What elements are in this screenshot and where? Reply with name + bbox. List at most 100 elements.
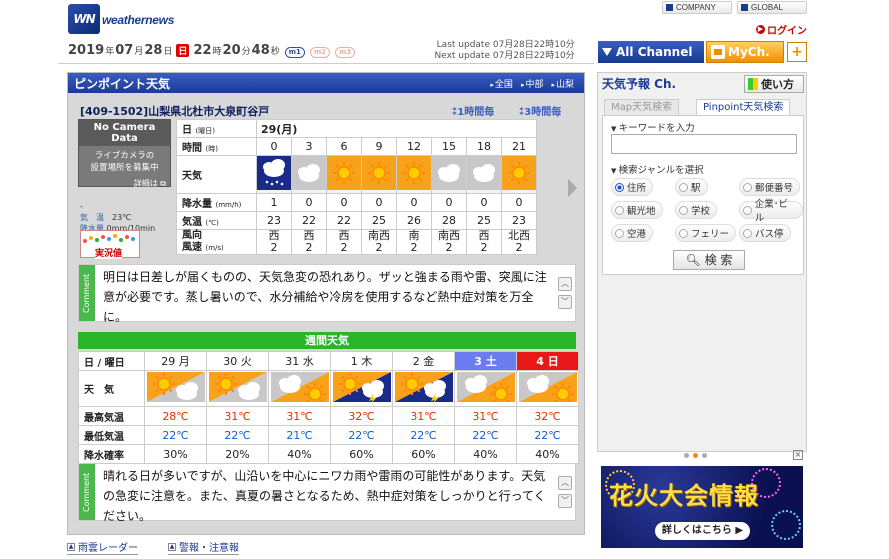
banner-title: 花火大会情報 (609, 482, 759, 510)
radio-icon (679, 182, 688, 192)
beginner-leaf-icon (748, 78, 758, 90)
sunny-icon (327, 156, 361, 190)
scroll-down-icon[interactable]: ﹀ (558, 295, 572, 309)
cloudy-sunny-icon (518, 372, 577, 405)
sunny-icon (397, 156, 431, 190)
weekday-cell: 30 火 (206, 351, 269, 371)
daily-comment-text: 明日は日差しが届くものの、天気急変の恐れあり。ザッと強まる雨や雷、突風に注意が必… (103, 270, 547, 324)
next-arrow-icon[interactable] (568, 179, 577, 197)
mode-pill-3[interactable]: m3 (335, 47, 356, 58)
all-channel-button[interactable]: All Channel (598, 41, 704, 63)
crumb-yamanashi[interactable]: 山梨 (551, 77, 574, 90)
keyword-label: キーワードを入力 (611, 120, 695, 134)
weekday-cell: 1 木 (330, 351, 393, 371)
globe-icon (741, 4, 748, 11)
rain-prob-cell: 60% (330, 444, 393, 464)
weather-row: 天気 (176, 155, 537, 194)
date-row: 日 (曜日) 29(月) (176, 119, 537, 138)
logo-mark: WN (68, 4, 100, 34)
radio-icon (615, 205, 624, 215)
global-link[interactable]: GLOBAL (737, 1, 807, 14)
company-link[interactable]: COMPANY (662, 1, 732, 14)
carousel-dots[interactable] (684, 453, 707, 458)
wind-cell: 北西 2 (501, 229, 537, 255)
cloudy-icon (292, 156, 326, 190)
rain-radar-link[interactable]: ▲ 雨雲レーダー (67, 539, 138, 555)
forecast-date: 29(月) (256, 119, 537, 138)
sunny-icon (502, 156, 536, 190)
wind-cell: 西2 (291, 229, 327, 255)
hourly-1h-link[interactable]: ⁑1時間毎 (452, 103, 494, 118)
low-temp-cell: 21℃ (268, 425, 331, 445)
weekly-forecast-table: 日 / 曜日 29 月 30 火 31 水1 木2 金3 土4 日 天 気 最高気温 2… (78, 351, 579, 464)
alert-link[interactable]: ▲ 警報・注意報 (168, 539, 239, 555)
weekly-comment-text: 晴れる日が多いですが、山沿いを中心にニワカ雨や雷雨の可能性があります。天気の急変… (103, 469, 546, 523)
my-channel-button[interactable]: MyCh. (706, 41, 784, 63)
hourly-3h-link[interactable]: ⁑3時間毎 (519, 103, 561, 118)
login-link[interactable]: ▶ ログイン (756, 22, 807, 37)
genre-radio[interactable]: 学校 (675, 201, 718, 219)
low-temp-cell: 22℃ (454, 425, 517, 445)
mode-pill-2[interactable]: m2 (309, 47, 331, 58)
weekly-weather-cell (516, 370, 579, 407)
genre-radio[interactable]: 観光地 (611, 201, 663, 219)
tab-map-search[interactable]: Map天気検索 (604, 99, 680, 115)
howto-button[interactable]: 使い方 (744, 75, 804, 93)
wind-cell: 西2 (256, 229, 292, 255)
weather-icon-cell (431, 155, 467, 194)
rain-night-icon (257, 156, 291, 190)
add-channel-button[interactable]: + (787, 42, 807, 62)
rain-prob-cell: 20% (206, 444, 269, 464)
mode-pill-1[interactable]: m1 (284, 47, 305, 58)
weekly-weather-cell (454, 370, 517, 407)
weekly-weather-cell (206, 370, 269, 407)
scroll-up-icon[interactable]: ︿ (558, 476, 572, 490)
realtime-label: 実況値 (95, 246, 123, 259)
fireworks-banner[interactable]: 花火大会情報 詳しくはこちら ▶ (601, 466, 803, 548)
radio-icon (679, 228, 688, 238)
pinpoint-search-box: キーワードを入力 検索ジャンルを選択 住所 駅 郵便番号観光地学校 企業･ビル空港 フェ… (602, 115, 804, 275)
low-temp-cell: 22℃ (516, 425, 579, 445)
search-button[interactable]: 🔍︎ 検 索 (673, 250, 745, 270)
temp-cell: 25 (466, 211, 502, 230)
sunny-thunder-icon (394, 372, 453, 405)
tv-icon (711, 45, 725, 59)
crumb-national[interactable]: 全国 (490, 77, 513, 90)
radio-icon (615, 182, 624, 192)
genre-radio[interactable]: フェリー (675, 224, 737, 242)
scroll-down-icon[interactable]: ﹀ (558, 494, 572, 508)
genre-radio[interactable]: 企業･ビル (739, 199, 803, 224)
temp-cell: 26 (396, 211, 432, 230)
temp-cell: 28 (431, 211, 467, 230)
cloudy-icon (432, 156, 466, 190)
camera-detail-link[interactable]: 詳細は ⧉ (79, 178, 170, 189)
scroll-up-icon[interactable]: ︿ (558, 277, 572, 291)
weekday-cell: 2 金 (392, 351, 455, 371)
genre-radio[interactable]: バス停 (739, 224, 791, 242)
precip-cell: 0 (501, 193, 537, 212)
genre-radio[interactable]: 空港 (611, 224, 654, 242)
rain-prob-cell: 30% (144, 444, 207, 464)
crumb-chubu[interactable]: 中部 (521, 77, 543, 90)
weather-icon-cell (361, 155, 397, 194)
weekly-weather-cell (330, 370, 393, 407)
live-camera-box[interactable]: No Camera Data ライブカメラの 設置場所を募集中 詳細は ⧉ (78, 119, 171, 189)
temp-cell: 22 (326, 211, 362, 230)
genre-radio[interactable]: 住所 (611, 178, 654, 196)
arrow-right-icon: ▶ (756, 25, 765, 34)
banner-detail-button[interactable]: 詳しくはこちら ▶ (655, 522, 750, 540)
hour-cell: 21 (501, 137, 537, 156)
precip-cell: 0 (396, 193, 432, 212)
hour-cell: 9 (361, 137, 397, 156)
comment-tag: Comment (79, 265, 95, 321)
camera-title: No Camera Data (79, 120, 170, 146)
tab-pinpoint-search[interactable]: Pinpoint天気検索 (696, 99, 791, 115)
close-icon[interactable]: × (793, 450, 803, 460)
hour-cell: 12 (396, 137, 432, 156)
genre-radio[interactable]: 郵便番号 (739, 178, 801, 196)
cloudy-icon (467, 156, 501, 190)
realtime-values-button[interactable]: 実況値 (80, 230, 140, 259)
keyword-input[interactable] (611, 134, 797, 154)
weathernews-logo[interactable]: WN weathernews (68, 4, 178, 34)
genre-radio[interactable]: 駅 (675, 178, 708, 196)
